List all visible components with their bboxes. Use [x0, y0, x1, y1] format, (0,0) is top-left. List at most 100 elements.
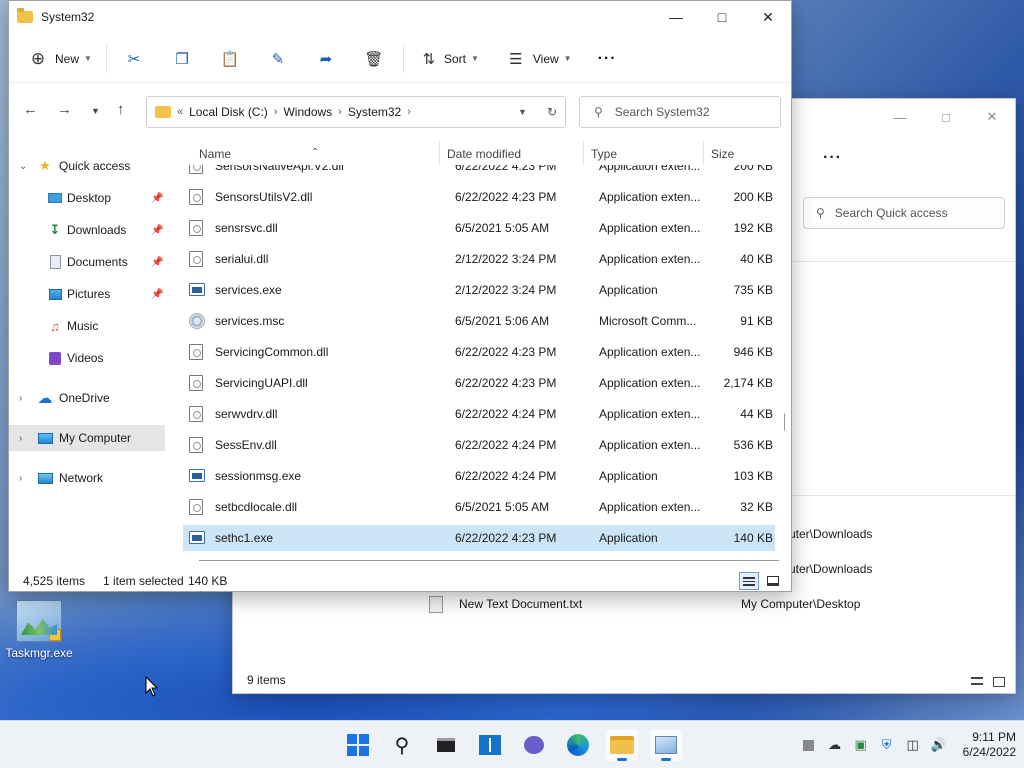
network-monitor-icon[interactable]: ◫: [905, 737, 921, 753]
tiles-view-button[interactable]: [763, 572, 783, 590]
minimize-icon[interactable]: —: [877, 99, 923, 135]
address-overflow[interactable]: «: [177, 106, 183, 118]
table-row[interactable]: sethc1.exe 6/22/2022 4:23 PM Application 14…: [183, 525, 775, 551]
nav-item-pictures[interactable]: Pictures 📌: [9, 281, 165, 307]
table-row[interactable]: serwvdrv.dll 6/22/2022 4:24 PM Application…: [183, 401, 775, 427]
sort-button[interactable]: ⇅ Sort ▼: [418, 43, 479, 75]
nav-item-desktop[interactable]: Desktop 📌: [9, 185, 165, 211]
app-tray-icon[interactable]: ▣: [853, 737, 869, 753]
title-bar[interactable]: System32 — □ ✕: [9, 1, 791, 33]
tiles-view-icon[interactable]: [993, 677, 1005, 687]
nav-item-onedrive[interactable]: › ☁ OneDrive: [9, 385, 165, 411]
chevron-down-icon[interactable]: ▼: [518, 107, 527, 119]
pin-icon[interactable]: 📌: [151, 289, 163, 300]
nav-item-my-computer[interactable]: › My Computer: [9, 425, 165, 451]
chevron-right-icon[interactable]: ›: [19, 433, 22, 444]
file-name: sessionmsg.exe: [215, 469, 302, 483]
pin-icon[interactable]: 📌: [151, 225, 163, 236]
horizontal-scrollbar[interactable]: [199, 560, 779, 561]
column-header-type[interactable]: Type: [591, 147, 617, 161]
nav-item-music[interactable]: ♫ Music: [9, 313, 165, 339]
cut-button[interactable]: ✂: [123, 43, 145, 75]
edge-button[interactable]: [562, 729, 594, 761]
new-button[interactable]: ⊕ New ▼: [27, 43, 92, 75]
chevron-right-icon[interactable]: ›: [407, 106, 411, 118]
details-view-icon[interactable]: [971, 677, 983, 685]
column-divider[interactable]: [703, 141, 704, 165]
nav-item-videos[interactable]: Videos: [9, 345, 165, 371]
maximize-icon[interactable]: □: [699, 1, 745, 33]
forward-arrow-icon[interactable]: →: [57, 101, 72, 118]
breadcrumb-windows[interactable]: Windows: [283, 105, 332, 119]
table-row[interactable]: ServicingUAPI.dll 6/22/2022 4:23 PM Applic…: [183, 370, 775, 396]
clock[interactable]: 9:11 PM 6/24/2022: [963, 730, 1016, 760]
minimize-icon[interactable]: —: [653, 1, 699, 33]
chat-button[interactable]: [518, 729, 550, 761]
file-size: 140 KB: [733, 531, 773, 545]
column-header-date[interactable]: Date modified: [447, 147, 521, 161]
table-row[interactable]: SessEnv.dll 6/22/2022 4:24 PM Application …: [183, 432, 775, 458]
pin-icon[interactable]: 📌: [151, 257, 163, 268]
back-arrow-icon[interactable]: ←: [23, 101, 38, 118]
list-item[interactable]: New Text Document.txt: [429, 594, 582, 614]
vertical-scrollbar[interactable]: [784, 413, 785, 431]
table-row[interactable]: sessionmsg.exe 6/22/2022 4:24 PM Applicati…: [183, 463, 775, 489]
close-icon[interactable]: ✕: [969, 99, 1015, 135]
table-row[interactable]: ServicingCommon.dll 6/22/2022 4:23 PM Appl…: [183, 339, 775, 365]
maximize-icon[interactable]: □: [923, 99, 969, 135]
address-bar[interactable]: « Local Disk (C:) › Windows › System32 ›…: [146, 96, 566, 128]
nav-item-network[interactable]: › Network: [9, 465, 165, 491]
widgets-button[interactable]: [474, 729, 506, 761]
chevron-right-icon[interactable]: ›: [274, 106, 278, 118]
chevron-right-icon[interactable]: ›: [19, 473, 22, 484]
rename-button[interactable]: ✎: [267, 43, 289, 75]
column-divider[interactable]: [439, 141, 440, 165]
copy-button[interactable]: ❐: [171, 43, 193, 75]
chat-icon: [524, 736, 544, 754]
list-item[interactable]: uter\Downloads: [789, 559, 872, 579]
breadcrumb-system32[interactable]: System32: [348, 105, 401, 119]
table-row[interactable]: SensorsUtilsV2.dll 6/22/2022 4:23 PM Appli…: [183, 184, 775, 210]
column-divider[interactable]: [583, 141, 584, 165]
table-row[interactable]: setbcdlocale.dll 6/5/2021 5:05 AM Applicat…: [183, 494, 775, 520]
file-explorer-button[interactable]: [606, 729, 638, 761]
table-row[interactable]: serialui.dll 2/12/2022 3:24 PM Application…: [183, 246, 775, 272]
task-manager-button[interactable]: [650, 729, 682, 761]
notification-square-icon[interactable]: [801, 737, 817, 753]
column-header-size[interactable]: Size: [711, 147, 734, 161]
more-options-button[interactable]: ···: [598, 43, 617, 75]
onedrive-offline-icon[interactable]: ☁: [827, 737, 843, 753]
chevron-right-icon[interactable]: ›: [19, 393, 22, 404]
search-button[interactable]: ⚲: [386, 729, 418, 761]
pin-icon[interactable]: 📌: [151, 193, 163, 204]
view-button[interactable]: ☰ View ▼: [505, 43, 571, 75]
back-more-button[interactable]: ···: [823, 149, 842, 167]
column-header-name[interactable]: Name: [199, 147, 231, 161]
delete-button[interactable]: 🗑: [363, 43, 385, 75]
refresh-icon[interactable]: ↻: [547, 105, 557, 119]
start-button[interactable]: [342, 729, 374, 761]
table-row[interactable]: services.msc 6/5/2021 5:06 AM Microsoft Co…: [183, 308, 775, 334]
nav-item-downloads[interactable]: ↧ Downloads 📌: [9, 217, 165, 243]
volume-icon[interactable]: 🔊: [931, 737, 947, 753]
share-button[interactable]: ➦: [315, 43, 337, 75]
list-item[interactable]: uter\Downloads: [789, 524, 872, 544]
back-search-input[interactable]: ⚲ Search Quick access: [803, 197, 1005, 229]
search-input[interactable]: ⚲ Search System32: [579, 96, 781, 128]
details-view-button[interactable]: [739, 572, 759, 590]
up-arrow-icon[interactable]: ↑: [117, 101, 125, 118]
recent-locations-chevron-icon[interactable]: ▼: [91, 106, 100, 116]
chevron-down-icon[interactable]: ⌄: [19, 161, 27, 172]
desktop-icon-taskmgr[interactable]: Taskmgr.exe: [4, 600, 74, 660]
nav-item-documents[interactable]: Documents 📌: [9, 249, 165, 275]
table-row[interactable]: sensrsvc.dll 6/5/2021 5:05 AM Application …: [183, 215, 775, 241]
security-shield-icon[interactable]: ⛨: [879, 737, 895, 753]
close-icon[interactable]: ✕: [745, 1, 791, 33]
exe-file-icon: [189, 283, 205, 296]
nav-item-quick-access[interactable]: ⌄ ★ Quick access: [9, 153, 165, 179]
table-row[interactable]: services.exe 2/12/2022 3:24 PM Application…: [183, 277, 775, 303]
breadcrumb-local-disk[interactable]: Local Disk (C:): [189, 105, 268, 119]
task-view-button[interactable]: [430, 729, 462, 761]
paste-button[interactable]: 📋: [219, 43, 241, 75]
chevron-right-icon[interactable]: ›: [338, 106, 342, 118]
